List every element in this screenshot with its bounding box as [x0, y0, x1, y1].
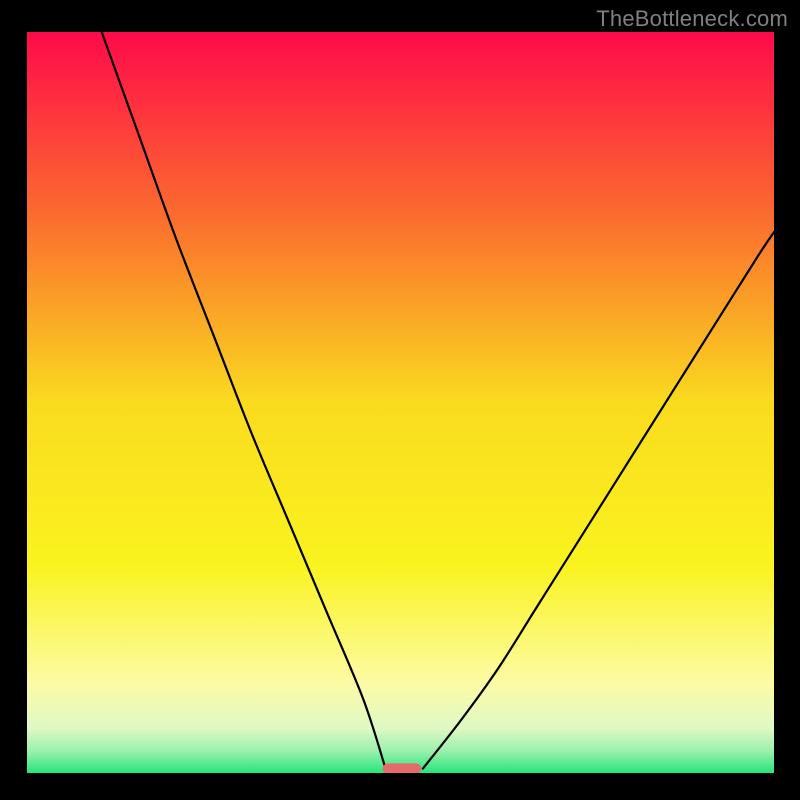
bottleneck-chart: [0, 0, 800, 800]
bottom-marker: [383, 763, 422, 773]
plot-background: [27, 32, 774, 773]
watermark-text: TheBottleneck.com: [596, 6, 788, 32]
chart-container: TheBottleneck.com: [0, 0, 800, 800]
